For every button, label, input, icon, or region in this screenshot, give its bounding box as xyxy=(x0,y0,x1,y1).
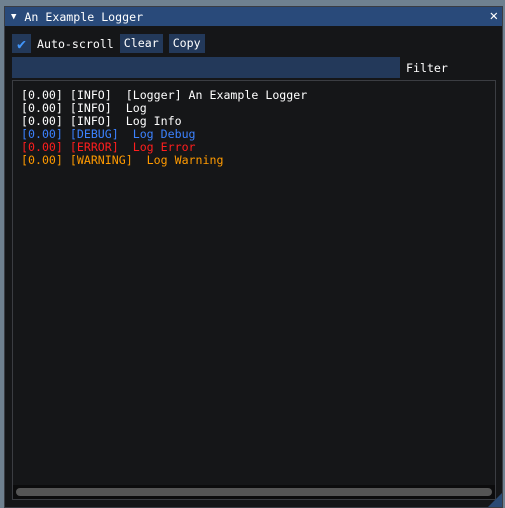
log-msg: Log Error xyxy=(132,140,196,154)
title-bar[interactable]: ▼ An Example Logger ✕ xyxy=(5,7,502,26)
log-msg: Log Debug xyxy=(132,127,196,141)
log-time: [0.00] xyxy=(21,114,63,128)
copy-button[interactable]: Copy xyxy=(168,34,205,53)
log-level: [ERROR] xyxy=(69,140,119,154)
log-time: [0.00] xyxy=(21,101,63,115)
log-msg: Log Info xyxy=(125,114,182,128)
window-title: An Example Logger xyxy=(24,9,144,24)
close-icon[interactable]: ✕ xyxy=(490,8,498,24)
log-time: [0.00] xyxy=(21,127,63,141)
toolbar: ✔ Auto-scroll Clear Copy xyxy=(12,34,205,53)
autoscroll-label[interactable]: Auto-scroll xyxy=(37,37,114,51)
logger-window: ▼ An Example Logger ✕ ✔ Auto-scroll Clea… xyxy=(4,6,503,508)
log-level: [INFO] xyxy=(69,101,112,115)
log-level: [INFO] xyxy=(69,114,112,128)
log-time: [0.00] xyxy=(21,153,63,167)
log-time: [0.00] xyxy=(21,88,63,102)
horizontal-scrollbar[interactable] xyxy=(13,485,495,499)
filter-label: Filter xyxy=(406,60,448,75)
log-msg: Log Warning xyxy=(146,153,224,167)
clear-button[interactable]: Clear xyxy=(119,34,163,53)
log-lines: [0.00] [INFO] [Logger] An Example Logger… xyxy=(21,89,307,167)
log-time: [0.00] xyxy=(21,140,63,154)
scrollbar-thumb[interactable] xyxy=(16,488,492,496)
filter-row: Filter xyxy=(12,57,448,78)
log-msg: [Logger] An Example Logger xyxy=(125,88,308,102)
autoscroll-checkbox[interactable]: ✔ xyxy=(12,34,31,53)
filter-input[interactable] xyxy=(12,57,400,78)
log-msg: Log xyxy=(125,101,147,115)
log-level: [DEBUG] xyxy=(69,127,119,141)
checkmark-icon: ✔ xyxy=(16,34,27,53)
log-region[interactable]: [0.00] [INFO] [Logger] An Example Logger… xyxy=(12,80,496,500)
log-line: [0.00] [WARNING] Log Warning xyxy=(21,154,307,167)
log-level: [WARNING] xyxy=(69,153,133,167)
log-level: [INFO] xyxy=(69,88,112,102)
resize-grip[interactable] xyxy=(488,493,502,507)
triangle-down-icon[interactable]: ▼ xyxy=(11,12,16,22)
